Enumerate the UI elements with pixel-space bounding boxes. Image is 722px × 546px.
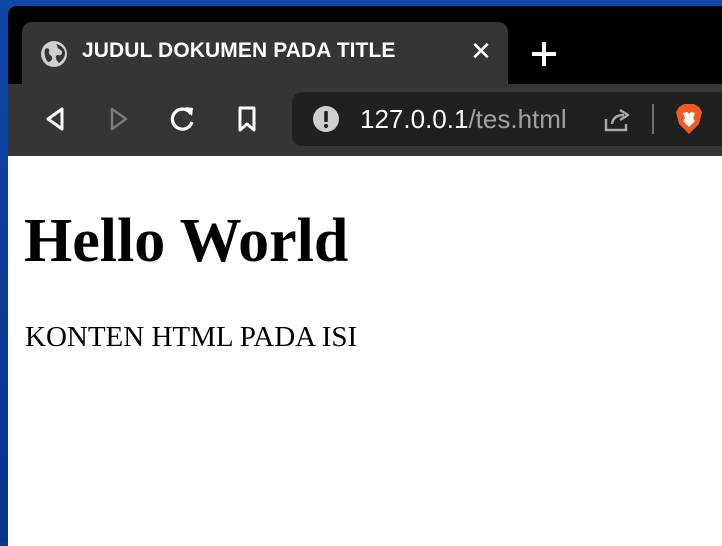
- page-content: Hello World KONTEN HTML PADA ISI: [8, 156, 722, 546]
- toolbar: 127.0.0.1/tes.html: [8, 84, 722, 156]
- bookmark-icon[interactable]: [230, 102, 264, 136]
- new-tab-button[interactable]: [526, 36, 562, 72]
- tab-strip: JUDUL DOKUMEN PADA TITLE ✕: [8, 6, 722, 84]
- page-heading: Hello World: [24, 207, 349, 275]
- tab-active[interactable]: JUDUL DOKUMEN PADA TITLE ✕: [22, 22, 508, 84]
- close-tab-button[interactable]: ✕: [466, 37, 496, 67]
- page-paragraph: KONTEN HTML PADA ISI: [25, 321, 358, 353]
- url-path: /tes.html: [468, 104, 567, 134]
- address-bar[interactable]: 127.0.0.1/tes.html: [292, 92, 722, 146]
- info-icon[interactable]: [312, 105, 340, 133]
- address-bar-divider: [652, 104, 654, 134]
- browser-window: JUDUL DOKUMEN PADA TITLE ✕ 127.0.0.1/tes…: [8, 6, 722, 546]
- forward-icon[interactable]: [102, 102, 136, 136]
- url-text[interactable]: 127.0.0.1/tes.html: [360, 104, 567, 135]
- brave-shield-icon[interactable]: [674, 102, 704, 136]
- share-icon[interactable]: [602, 106, 632, 134]
- reload-icon[interactable]: [166, 102, 200, 136]
- url-host: 127.0.0.1: [360, 104, 469, 134]
- back-icon[interactable]: [38, 102, 72, 136]
- tab-title: JUDUL DOKUMEN PADA TITLE: [82, 39, 396, 62]
- globe-icon: [41, 41, 67, 67]
